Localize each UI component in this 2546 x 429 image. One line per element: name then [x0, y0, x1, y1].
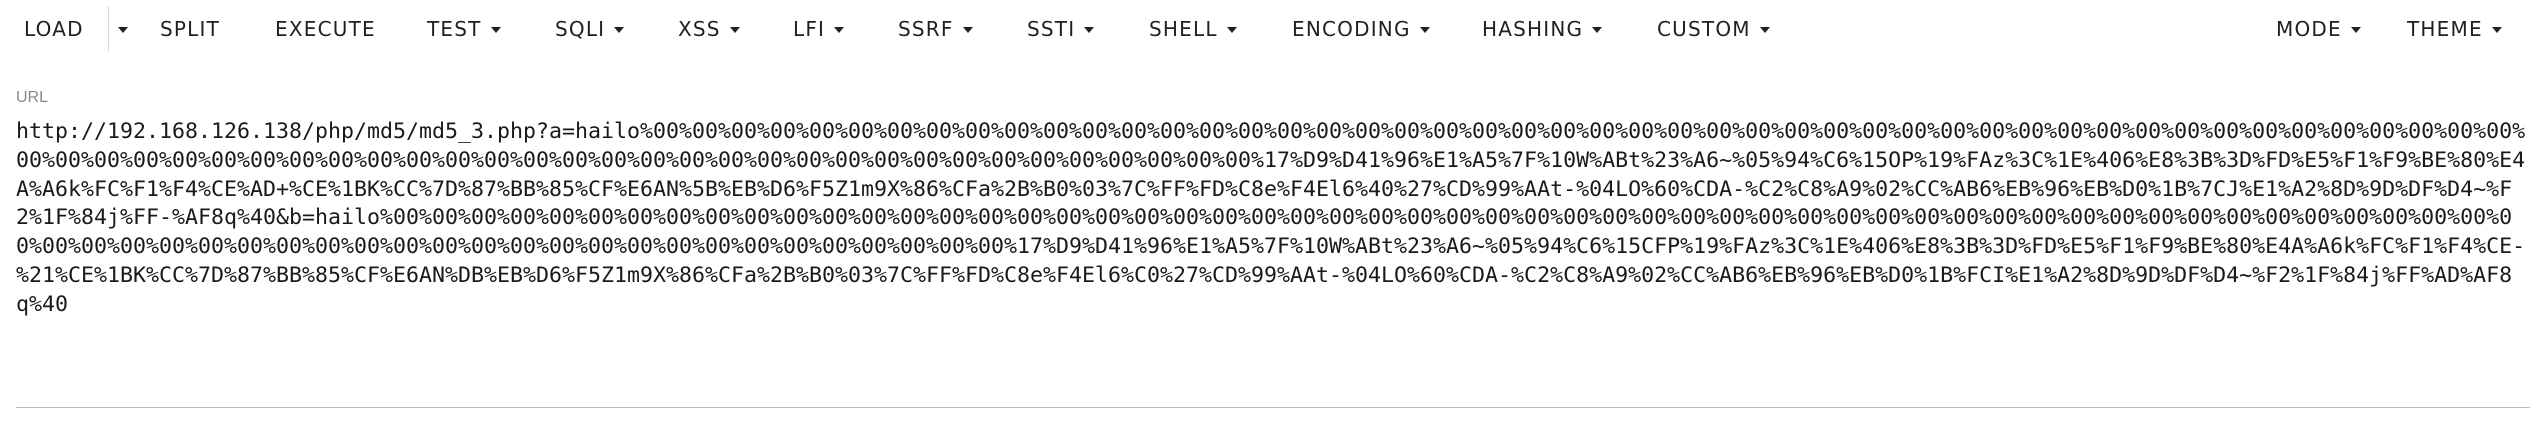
xss-menu-button[interactable]: XSS [678, 0, 740, 57]
chevron-down-icon [729, 26, 740, 33]
chevron-down-icon [614, 26, 625, 33]
chevron-down-icon [962, 26, 973, 33]
url-input[interactable]: http://192.168.126.138/php/md5/md5_3.php… [16, 118, 2530, 408]
split-button[interactable]: SPLIT [160, 0, 220, 57]
xss-menu-label: XSS [678, 16, 721, 41]
load-button-label: LOAD [24, 16, 84, 41]
ssti-menu-button[interactable]: SSTI [1027, 0, 1095, 57]
toolbar: LOAD SPLIT EXECUTE TEST SQLI XSS LFI SSR… [0, 0, 2546, 57]
sqli-menu-button[interactable]: SQLI [555, 0, 625, 57]
shell-menu-button[interactable]: SHELL [1149, 0, 1237, 57]
theme-menu-button[interactable]: THEME [2407, 0, 2502, 57]
shell-menu-label: SHELL [1149, 16, 1218, 41]
encoding-menu-label: ENCODING [1292, 16, 1411, 41]
test-menu-button[interactable]: TEST [427, 0, 501, 57]
execute-button[interactable]: EXECUTE [275, 0, 376, 57]
load-button[interactable]: LOAD [24, 0, 84, 57]
split-button-label: SPLIT [160, 16, 221, 41]
load-divider [108, 6, 109, 52]
chevron-down-icon [1419, 26, 1430, 33]
ssti-menu-label: SSTI [1027, 16, 1076, 41]
chevron-down-icon [1084, 26, 1095, 33]
chevron-down-icon [118, 26, 128, 33]
theme-menu-label: THEME [2407, 16, 2483, 41]
chevron-down-icon [834, 26, 845, 33]
test-menu-label: TEST [427, 16, 482, 41]
ssrf-menu-button[interactable]: SSRF [898, 0, 973, 57]
mode-menu-button[interactable]: MODE [2276, 0, 2361, 57]
load-menu-toggle[interactable] [115, 0, 131, 57]
custom-menu-button[interactable]: CUSTOM [1657, 0, 1770, 57]
chevron-down-icon [2491, 26, 2502, 33]
chevron-down-icon [490, 26, 501, 33]
chevron-down-icon [1759, 26, 1770, 33]
hashing-menu-label: HASHING [1482, 16, 1584, 41]
lfi-menu-button[interactable]: LFI [793, 0, 845, 57]
chevron-down-icon [1592, 26, 1603, 33]
chevron-down-icon [1226, 26, 1237, 33]
chevron-down-icon [2350, 26, 2361, 33]
hashing-menu-button[interactable]: HASHING [1482, 0, 1603, 57]
execute-button-label: EXECUTE [275, 16, 376, 41]
mode-menu-label: MODE [2276, 16, 2342, 41]
sqli-menu-label: SQLI [555, 16, 606, 41]
url-field-label: URL [16, 89, 49, 106]
encoding-menu-button[interactable]: ENCODING [1292, 0, 1430, 57]
custom-menu-label: CUSTOM [1657, 16, 1751, 41]
lfi-menu-label: LFI [793, 16, 826, 41]
ssrf-menu-label: SSRF [898, 16, 954, 41]
